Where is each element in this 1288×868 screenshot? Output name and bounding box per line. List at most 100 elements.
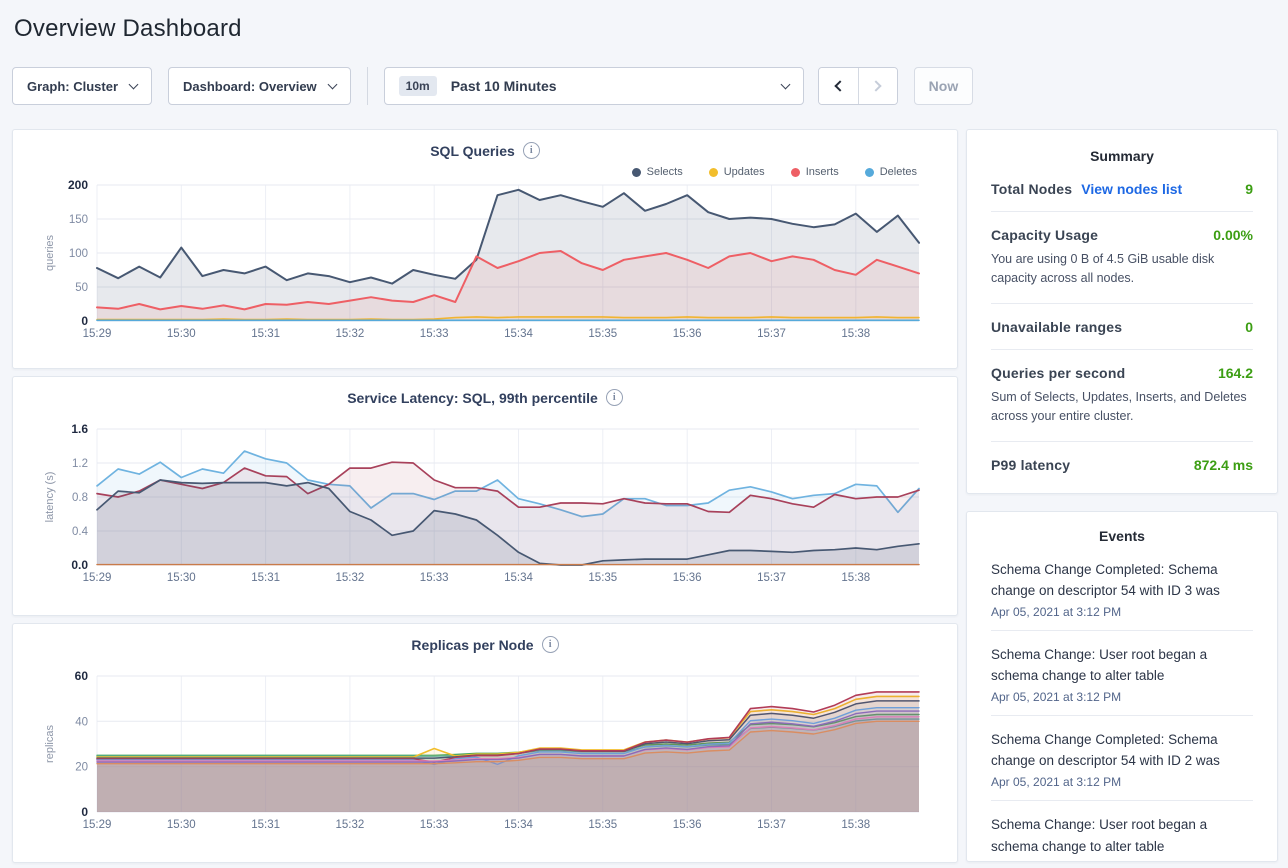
time-range-badge: 10m bbox=[399, 76, 437, 96]
event-item[interactable]: Schema Change: User root began a schema … bbox=[991, 801, 1253, 862]
now-button[interactable]: Now bbox=[914, 67, 974, 105]
svg-text:15:35: 15:35 bbox=[588, 819, 617, 831]
svg-text:15:38: 15:38 bbox=[841, 572, 870, 584]
chevron-left-icon bbox=[834, 80, 845, 91]
legend-dot bbox=[791, 168, 800, 177]
event-item[interactable]: Schema Change Completed: Schema change o… bbox=[991, 716, 1253, 801]
legend-label: Selects bbox=[647, 166, 683, 178]
svg-text:15:32: 15:32 bbox=[336, 572, 365, 584]
legend-label: Updates bbox=[724, 166, 765, 178]
svg-text:150: 150 bbox=[69, 214, 88, 226]
event-item[interactable]: Schema Change Completed: Schema change o… bbox=[991, 546, 1253, 631]
sql-queries-chart[interactable]: 15:2915:3015:3115:3215:3315:3415:3515:36… bbox=[27, 179, 945, 351]
svg-text:200: 200 bbox=[68, 179, 88, 192]
summary-row: Capacity Usage0.00%You are using 0 B of … bbox=[991, 212, 1253, 304]
sidebar: Summary Total Nodes View nodes list 9 Capac… bbox=[966, 129, 1278, 862]
svg-text:15:33: 15:33 bbox=[420, 819, 449, 831]
svg-text:100: 100 bbox=[69, 248, 88, 260]
svg-text:0.8: 0.8 bbox=[72, 492, 88, 504]
replicas-per-node-chart-card: Replicas per Node i 15:2915:3015:3115:32… bbox=[12, 623, 958, 863]
svg-text:15:29: 15:29 bbox=[83, 819, 112, 831]
dashboard-dropdown-label: Dashboard: Overview bbox=[183, 79, 317, 94]
summary-rows: Total Nodes View nodes list 9 Capacity Usag… bbox=[991, 166, 1253, 487]
summary-row: Total Nodes View nodes list 9 bbox=[991, 166, 1253, 212]
svg-text:15:38: 15:38 bbox=[841, 328, 870, 340]
legend-item-selects[interactable]: Selects bbox=[632, 165, 683, 179]
graph-dropdown-label: Graph: Cluster bbox=[27, 79, 118, 94]
svg-text:15:31: 15:31 bbox=[251, 572, 280, 584]
svg-text:50: 50 bbox=[75, 282, 88, 294]
graph-dropdown[interactable]: Graph: Cluster bbox=[12, 67, 152, 105]
svg-text:15:36: 15:36 bbox=[673, 328, 702, 340]
svg-text:0.4: 0.4 bbox=[72, 526, 89, 538]
event-timestamp: Apr 05, 2021 at 3:12 PM bbox=[991, 690, 1253, 704]
legend-item-inserts[interactable]: Inserts bbox=[791, 165, 839, 179]
replicas-per-node-chart[interactable]: 15:2915:3015:3115:3215:3315:3415:3515:36… bbox=[27, 670, 945, 842]
info-icon[interactable]: i bbox=[606, 389, 623, 406]
svg-text:replicas: replicas bbox=[44, 725, 56, 763]
svg-text:15:30: 15:30 bbox=[167, 328, 196, 340]
dashboard-dropdown[interactable]: Dashboard: Overview bbox=[168, 67, 351, 105]
svg-text:0: 0 bbox=[81, 314, 88, 328]
svg-text:40: 40 bbox=[75, 716, 88, 728]
time-range-picker[interactable]: 10m Past 10 Minutes bbox=[384, 67, 804, 105]
svg-text:queries: queries bbox=[44, 234, 56, 271]
legend-item-deletes[interactable]: Deletes bbox=[865, 165, 917, 179]
svg-text:1.2: 1.2 bbox=[72, 458, 88, 470]
svg-text:15:37: 15:37 bbox=[757, 819, 786, 831]
chevron-down-icon bbox=[327, 79, 337, 89]
chart-title: SQL Queries bbox=[430, 143, 515, 159]
legend-dot bbox=[709, 168, 718, 177]
time-prev-button[interactable] bbox=[819, 68, 858, 104]
info-icon[interactable]: i bbox=[523, 142, 540, 159]
summary-panel: Summary Total Nodes View nodes list 9 Capac… bbox=[966, 129, 1278, 494]
summary-row: Unavailable ranges0 bbox=[991, 304, 1253, 350]
svg-text:15:37: 15:37 bbox=[757, 572, 786, 584]
svg-text:0.0: 0.0 bbox=[71, 558, 88, 572]
summary-label: Total Nodes bbox=[991, 181, 1072, 197]
svg-text:15:31: 15:31 bbox=[251, 328, 280, 340]
legend-item-updates[interactable]: Updates bbox=[709, 165, 765, 179]
view-nodes-link[interactable]: View nodes list bbox=[1081, 181, 1182, 197]
events-title: Events bbox=[991, 528, 1253, 544]
svg-text:15:35: 15:35 bbox=[588, 328, 617, 340]
svg-text:15:33: 15:33 bbox=[420, 328, 449, 340]
chevron-right-icon bbox=[871, 80, 882, 91]
time-next-button[interactable] bbox=[858, 68, 897, 104]
service-latency-chart-card: Service Latency: SQL, 99th percentile i … bbox=[12, 376, 958, 616]
svg-text:15:33: 15:33 bbox=[420, 572, 449, 584]
svg-text:15:30: 15:30 bbox=[167, 572, 196, 584]
info-icon[interactable]: i bbox=[542, 636, 559, 653]
summary-description: Sum of Selects, Updates, Inserts, and De… bbox=[991, 388, 1253, 427]
svg-text:60: 60 bbox=[75, 670, 89, 683]
svg-text:15:36: 15:36 bbox=[673, 819, 702, 831]
svg-text:20: 20 bbox=[75, 762, 88, 774]
svg-text:15:29: 15:29 bbox=[83, 572, 112, 584]
svg-text:15:37: 15:37 bbox=[757, 328, 786, 340]
summary-label: Capacity Usage bbox=[991, 227, 1098, 243]
svg-text:15:32: 15:32 bbox=[336, 328, 365, 340]
toolbar-divider bbox=[367, 67, 368, 105]
summary-row: Queries per second164.2Sum of Selects, U… bbox=[991, 350, 1253, 442]
chart-legend: Selects Updates Inserts Deletes bbox=[27, 165, 917, 179]
summary-value: 164.2 bbox=[1218, 365, 1253, 381]
svg-text:15:34: 15:34 bbox=[504, 819, 533, 831]
legend-label: Deletes bbox=[880, 166, 917, 178]
time-range-label: Past 10 Minutes bbox=[451, 78, 557, 94]
events-panel: Events Schema Change Completed: Schema c… bbox=[966, 511, 1278, 863]
event-item[interactable]: Schema Change: User root began a schema … bbox=[991, 631, 1253, 716]
svg-text:15:38: 15:38 bbox=[841, 819, 870, 831]
event-timestamp: Apr 05, 2021 at 3:11 PM bbox=[991, 860, 1253, 862]
summary-title: Summary bbox=[991, 148, 1253, 164]
chart-title: Replicas per Node bbox=[411, 637, 533, 653]
summary-value: 0 bbox=[1245, 319, 1253, 335]
time-nav-group bbox=[818, 67, 898, 105]
summary-value: 9 bbox=[1245, 181, 1253, 197]
summary-value: 0.00% bbox=[1213, 227, 1253, 243]
event-timestamp: Apr 05, 2021 at 3:12 PM bbox=[991, 605, 1253, 619]
main-content: SQL Queries i Selects Updates Inserts Delet… bbox=[12, 129, 1278, 863]
service-latency-chart[interactable]: 15:2915:3015:3115:3215:3315:3415:3515:36… bbox=[27, 423, 945, 595]
chart-title: Service Latency: SQL, 99th percentile bbox=[347, 390, 598, 406]
event-text: Schema Change: User root began a schema … bbox=[991, 814, 1253, 857]
legend-dot bbox=[865, 168, 874, 177]
